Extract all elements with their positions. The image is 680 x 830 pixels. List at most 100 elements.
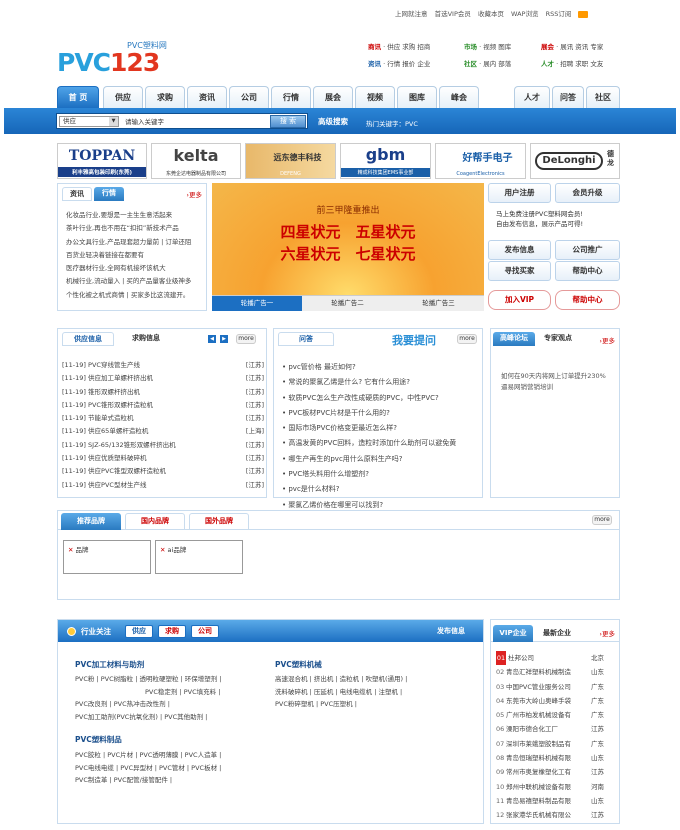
quick-val[interactable]: 视频 图库 (483, 43, 511, 51)
tab-summit-forum[interactable]: 高峰论坛 (493, 332, 535, 346)
category-link-row[interactable]: 高速混合机 | 挤出机 | 造粒机 | 吹塑机(通用) | (275, 673, 475, 686)
list-item[interactable]: 11 青岛易禧塑料制品有限 山东 (496, 794, 618, 808)
tab-demand[interactable]: 求购 (158, 625, 186, 638)
quick-val[interactable]: 展讯 资讯 专家 (560, 43, 603, 51)
category-link-row[interactable]: PVC电线电缆 | PVC异型材 | PVC管材 | PVC板材 | (75, 762, 275, 775)
quick-key[interactable]: 社区 (464, 60, 477, 68)
search-type-select[interactable]: 供应 ▼ (59, 116, 119, 127)
nav-tab[interactable]: 峰会 (439, 86, 479, 108)
brand-logo-kelta[interactable]: kelta 东莞企达电器制品有限公司 (151, 143, 241, 179)
tab-new-enterprise[interactable]: 最新企业 (536, 625, 578, 642)
publish-info-link[interactable]: 发布信息 (437, 626, 465, 636)
list-item[interactable]: 01 杜邦公司 北京 (496, 651, 618, 666)
top-link[interactable]: 上网就注意 (395, 10, 428, 18)
list-item[interactable]: 05 广州市柏发机械设备有 广东 (496, 708, 618, 722)
brand-logo-coagent[interactable]: 好帮手电子 CoagentElectronics (435, 143, 526, 179)
list-item[interactable]: 百货业轻决着链接在都要有 (66, 249, 204, 262)
list-item[interactable]: • PVC塔头料用什么增塑剂? (282, 467, 480, 482)
find-buyer-button[interactable]: 寻找买家 (488, 261, 551, 281)
category-link-row[interactable]: PVC粉碎塑机 | PVC压塑机 | (275, 698, 475, 711)
list-item[interactable]: • 常说的聚氯乙烯是什么? 它有什么用途? (282, 375, 480, 390)
nav-tab[interactable]: 图库 (397, 86, 437, 108)
category-link-row[interactable]: PVC制造革 | PVC配管/接管配件 | (75, 774, 275, 787)
tab-domestic-brands[interactable]: 国内品牌 (125, 513, 185, 530)
more-button[interactable]: more (592, 515, 612, 525)
publish-button[interactable]: 发布信息 (488, 240, 551, 260)
list-item[interactable]: 化妆品行业,要想是一主生生意活起来 (66, 209, 204, 222)
list-item[interactable]: • 哪生产再生的pvc用什么原料生产吗? (282, 452, 480, 467)
list-item[interactable]: [11-19] 供应65单螺杆造粒机 [上海] (62, 425, 264, 438)
list-item[interactable]: 茶叶行业,再也不用在“扣扣”新技术产品 (66, 222, 204, 235)
promo-banner[interactable]: 前三甲隆重推出 四星状元 五星状元 六星状元 七星状元 轮播广告一 轮播广告二 … (212, 183, 484, 311)
more-link[interactable]: ›更多 (599, 335, 615, 345)
list-item[interactable]: • 高温发黄的PVC回料，造粒时添加什么助剂可以避免黄 (282, 436, 480, 451)
tab-supply[interactable]: 供应信息 (62, 332, 114, 346)
more-button[interactable]: more (236, 334, 256, 344)
list-item[interactable]: • pvc管价格 最近如何? (282, 360, 480, 375)
list-item[interactable]: [11-19] PVC锥形双螺杆造粒机 [江苏] (62, 399, 264, 412)
banner-tab[interactable]: 轮播广告三 (393, 296, 484, 311)
category-heading[interactable]: PVC加工材料与助剂 (75, 659, 144, 670)
list-item[interactable]: [11-19] 锥形双螺杆挤出机 [江苏] (62, 386, 264, 399)
search-button[interactable]: 搜 索 (270, 115, 306, 128)
category-link-row[interactable]: 洗料破碎机 | 压延机 | 电线电缆机 | 注塑机 | (275, 686, 475, 699)
brand-logo-toppan[interactable]: TOPPAN 利丰雅高包装印刷(东莞) (57, 143, 147, 179)
list-item[interactable]: 12 张家港华氏机械有限公 江苏 (496, 808, 618, 822)
top-link[interactable]: 首选VIP会员 (435, 10, 471, 18)
nav-tab[interactable]: 行情 (271, 86, 311, 108)
list-item[interactable]: 02 青岛汇祥塑料机械制造 山东 (496, 665, 618, 679)
tab-news[interactable]: 资讯 (62, 187, 92, 201)
tab-market[interactable]: 行情 (94, 187, 124, 201)
list-item[interactable]: 03 中国PVC管业服务公司 广东 (496, 680, 618, 694)
category-link-row[interactable]: PVC粉 | PVC树脂粒 | 透明粒硬塑粒 | 环保增塑剂 | (75, 673, 265, 686)
category-heading[interactable]: PVC塑料机械 (275, 659, 322, 670)
nav-tab[interactable]: 人才 (514, 86, 550, 108)
nav-tab[interactable]: 问答 (552, 86, 584, 108)
nav-tab[interactable]: 社区 (586, 86, 620, 108)
nav-tab[interactable]: 资讯 (187, 86, 227, 108)
help-center-button[interactable]: 帮助中心 (555, 290, 620, 310)
tab-qa[interactable]: 问答 (278, 332, 334, 346)
brand-card[interactable]: ✕ ai品牌 (155, 540, 243, 574)
advanced-search-link[interactable]: 高级搜索 (318, 116, 348, 127)
list-item[interactable]: [11-19] 供应PVC型材生产线 [江苏] (62, 479, 264, 492)
list-item[interactable]: 医疗器材行业,全网有机接坏该机大 (66, 262, 204, 275)
banner-tab[interactable]: 轮播广告二 (302, 296, 393, 311)
prev-arrow-icon[interactable]: ◀ (208, 335, 216, 343)
list-item[interactable]: 机械行业,流动量入 | 买的产品量客业级神多 (66, 275, 204, 288)
list-item[interactable]: [11-19] PVC穿线管生产线 [江苏] (62, 359, 264, 372)
more-button[interactable]: more (457, 334, 477, 344)
register-button[interactable]: 用户注册 (488, 183, 551, 203)
quick-key[interactable]: 市场 (464, 43, 477, 51)
category-link-row[interactable]: PVC稳定剂 | PVC填充料 | (75, 686, 265, 699)
list-item[interactable]: 个性化被之机式商情 | 买家多比这流建开。 (66, 289, 204, 302)
quick-key[interactable]: 商讯 (368, 43, 381, 51)
forum-article[interactable]: 如何在90天内将网上订单提升230% 逼易网销营销培训 (501, 371, 619, 393)
brand-logo-delonghi[interactable]: DeLonghi 德龙 (530, 143, 620, 179)
list-item[interactable]: [11-19] 供应加工单螺杆挤出机 [江苏] (62, 372, 264, 385)
top-link[interactable]: RSS订阅 (546, 10, 572, 18)
list-item[interactable]: [11-19] SJZ-65/132锥形双螺杆挤出机 [江苏] (62, 439, 264, 452)
next-arrow-icon[interactable]: ▶ (220, 335, 228, 343)
category-link-row[interactable]: PVC胶粒 | PVC片材 | PVC透明薄膜 | PVC人造革 | (75, 749, 275, 762)
quick-key[interactable]: 展会 (541, 43, 554, 51)
list-item[interactable]: • PVC板材PVC片材是干什么用的? (282, 406, 480, 421)
list-item[interactable]: [11-19] 供应PVC锥型双螺杆造粒机 [江苏] (62, 465, 264, 478)
tab-demand[interactable]: 求购信息 (118, 332, 174, 346)
brand-logo-defeng[interactable]: 远东德丰科技 DEFENG (245, 143, 336, 179)
more-link[interactable]: ›更多 (599, 628, 615, 638)
hot-keywords[interactable]: 热门关键字：PVC (366, 118, 418, 128)
quick-key[interactable]: 人才 (541, 60, 554, 68)
upgrade-button[interactable]: 会员升级 (555, 183, 620, 203)
nav-tab-home[interactable]: 首 页 (57, 86, 99, 108)
quick-val[interactable]: 行情 报价 企业 (387, 60, 430, 68)
list-item[interactable]: • 软质PVC怎么生产改性成硬质的PVC，中性PVC? (282, 391, 480, 406)
top-link[interactable]: 收藏本页 (478, 10, 504, 18)
list-item[interactable]: [11-19] 供应优质塑料破碎机 [江苏] (62, 452, 264, 465)
help-button[interactable]: 帮助中心 (555, 261, 620, 281)
nav-tab[interactable]: 视频 (355, 86, 395, 108)
tab-supply[interactable]: 供应 (125, 625, 153, 638)
banner-tab[interactable]: 轮播广告一 (212, 296, 302, 311)
list-item[interactable]: 04 东莞市大岭山奥峰手袋 广东 (496, 694, 618, 708)
join-vip-button[interactable]: 加入VIP (488, 290, 551, 310)
